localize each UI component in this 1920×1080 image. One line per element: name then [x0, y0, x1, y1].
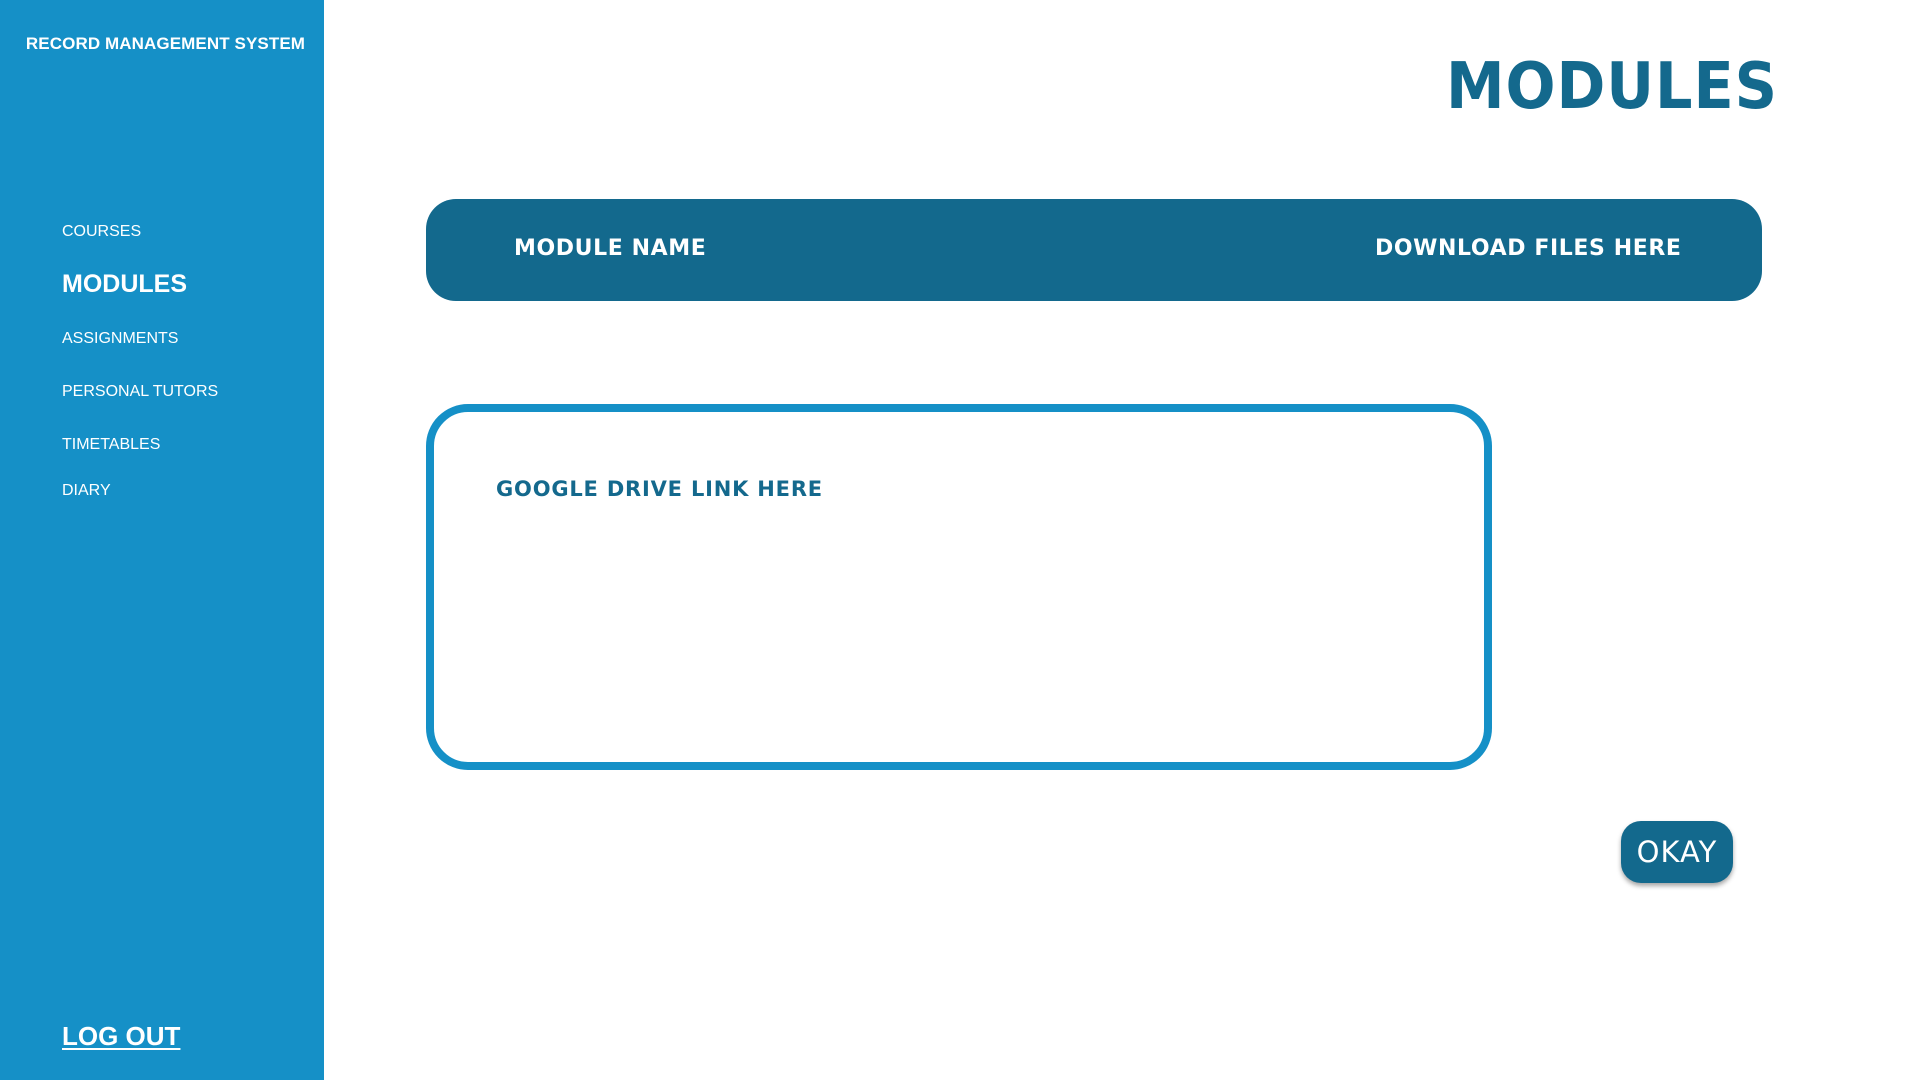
app-title: RECORD MANAGEMENT SYSTEM — [25, 34, 306, 53]
column-header-module-name: MODULE NAME — [514, 236, 707, 261]
okay-button[interactable]: OKAY — [1621, 821, 1733, 883]
sidebar-item-personal-tutors[interactable]: PERSONAL TUTORS — [62, 383, 218, 401]
sidebar-item-courses[interactable]: COURSES — [62, 223, 141, 241]
logout-link[interactable]: LOG OUT — [62, 1021, 180, 1052]
sidebar-item-diary[interactable]: DIARY — [62, 482, 111, 500]
sidebar-item-modules[interactable]: MODULES — [62, 270, 187, 299]
column-header-download-files: DOWNLOAD FILES HERE — [1375, 236, 1682, 261]
sidebar-item-timetables[interactable]: TIMETABLES — [62, 436, 160, 454]
sidebar-item-assignments[interactable]: ASSIGNMENTS — [62, 330, 178, 348]
page-title: MODULES — [1446, 50, 1778, 124]
google-drive-link-box[interactable]: GOOGLE DRIVE LINK HERE — [426, 404, 1492, 770]
sidebar: RECORD MANAGEMENT SYSTEM COURSES MODULES… — [0, 0, 324, 1080]
table-header: MODULE NAME DOWNLOAD FILES HERE — [426, 199, 1762, 301]
google-drive-link-placeholder: GOOGLE DRIVE LINK HERE — [496, 477, 823, 501]
